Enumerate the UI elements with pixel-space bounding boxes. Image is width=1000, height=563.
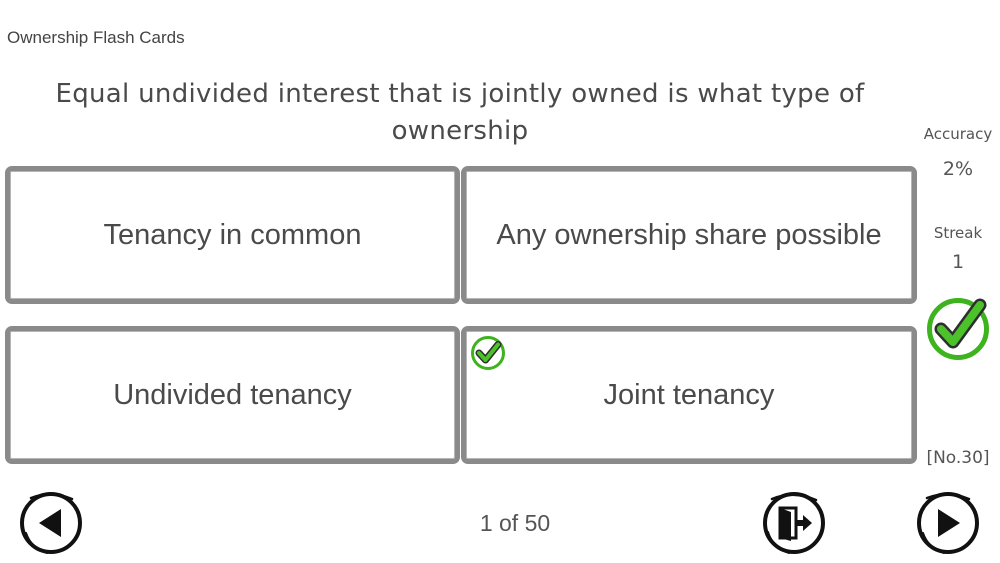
answer-card-2[interactable]: Any ownership share possible (461, 166, 917, 304)
app-title: Ownership Flash Cards (7, 28, 185, 47)
question-text: Equal undivided interest that is jointly… (55, 79, 865, 146)
streak-value: 1 (951, 251, 965, 273)
answer-label: Undivided tenancy (113, 378, 352, 411)
streak-label: Streak (933, 224, 983, 242)
answer-label: Joint tenancy (603, 378, 775, 411)
card-counter: 1 of 50 (479, 510, 551, 536)
exit-door-icon[interactable] (760, 488, 828, 556)
answer-label: Tenancy in common (103, 218, 362, 251)
arrow-left-circle-icon[interactable] (17, 488, 85, 556)
answer-card-1[interactable]: Tenancy in common (5, 166, 460, 304)
accuracy-value: 2% (942, 158, 974, 180)
card-number: [No.30] (926, 448, 990, 468)
arrow-right-circle-icon[interactable] (914, 488, 982, 556)
answer-card-3[interactable]: Undivided tenancy (5, 326, 460, 464)
answer-label: Any ownership share possible (496, 218, 882, 251)
check-circle-icon (927, 298, 989, 360)
answer-card-4[interactable]: Joint tenancy (461, 326, 917, 464)
accuracy-label: Accuracy (923, 125, 993, 143)
correct-answer-check-icon (471, 336, 505, 370)
